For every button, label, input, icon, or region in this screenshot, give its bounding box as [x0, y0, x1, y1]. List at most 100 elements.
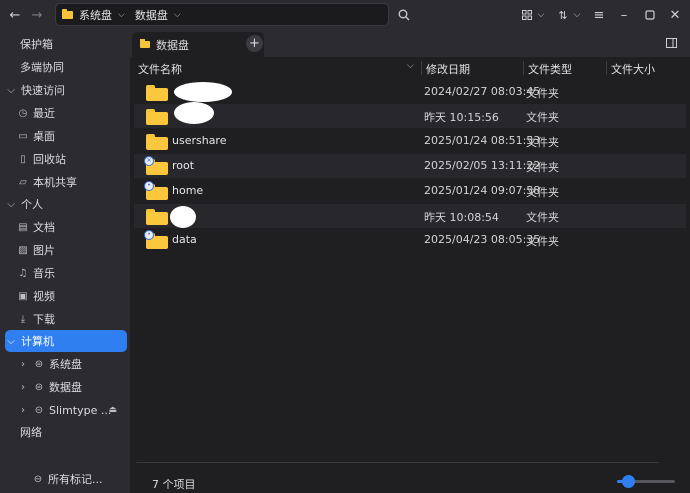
sidebar-item-label: 计算机: [21, 335, 54, 348]
maximize-icon[interactable]: [639, 5, 661, 25]
sidebar-item-network[interactable]: 网络: [5, 421, 127, 443]
close-icon[interactable]: ✕: [664, 5, 686, 25]
zoom-slider-thumb[interactable]: [622, 475, 635, 488]
column-type[interactable]: 文件类型: [528, 61, 572, 77]
sidebar-item-label: 快速访问: [21, 84, 65, 97]
sidebar-item-documents[interactable]: ▤ 文档: [5, 216, 127, 238]
address-bar[interactable]: 系统盘 ⌵ 数据盘 ⌵: [55, 3, 389, 26]
file-name: root: [172, 159, 195, 172]
column-name[interactable]: 文件名称: [138, 61, 182, 77]
item-count: 7 个项目: [152, 478, 196, 491]
file-type: 文件夹: [526, 186, 559, 199]
sidebar-item-label: 视频: [33, 290, 55, 303]
detail-panel-icon[interactable]: [666, 38, 677, 51]
folder-icon: [146, 109, 168, 125]
video-icon: ▣: [18, 290, 28, 302]
file-row[interactable]: ✕ root 2025/02/05 13:11:22 文件夹: [134, 154, 686, 178]
sidebar-item-vault[interactable]: 保护箱: [5, 33, 127, 55]
desktop-icon: ▭: [18, 130, 28, 142]
file-type: 文件夹: [526, 136, 559, 149]
chevron-down-icon[interactable]: ⌵: [174, 10, 181, 20]
chevron-down-icon[interactable]: ⌵: [5, 199, 17, 210]
menu-icon[interactable]: ≡: [588, 5, 610, 25]
breadcrumb-item[interactable]: 数据盘 ⌵: [135, 7, 181, 23]
sidebar-item-slimtype[interactable]: › ⊝ Slimtype ... ⏏: [5, 399, 127, 421]
minimize-icon[interactable]: –: [613, 5, 635, 25]
file-type: 文件夹: [526, 211, 559, 224]
sidebar-item-downloads[interactable]: ⤓ 下载: [5, 308, 127, 330]
file-row[interactable]: usershare 2025/01/24 08:51:53 文件夹: [134, 129, 686, 153]
tab-label: 数据盘: [156, 38, 189, 52]
sidebar-item-label: 桌面: [33, 130, 55, 143]
sidebar-item-label: 回收站: [33, 153, 66, 166]
link-badge-icon: •: [144, 181, 154, 191]
sidebar-item-pictures[interactable]: ▨ 图片: [5, 239, 127, 261]
folder-icon: [146, 85, 168, 101]
folder-icon: ▱: [19, 176, 27, 188]
sidebar-item-label: 下载: [33, 313, 55, 326]
disk-icon: ⊜: [34, 381, 44, 393]
sidebar-item-label: 文档: [33, 221, 55, 234]
file-modified: 2024/02/27 08:03:45: [424, 85, 541, 98]
sidebar-item-music[interactable]: ♫ 音乐: [5, 262, 127, 284]
file-row[interactable]: 2024/02/27 08:03:45 文件夹: [134, 80, 686, 104]
redaction-mark: [174, 102, 214, 124]
sidebar-item-recent[interactable]: ◷ 最近: [5, 102, 127, 124]
back-arrow-icon[interactable]: ←: [4, 5, 26, 25]
sidebar-item-label: 最近: [33, 107, 55, 120]
sort-chevron-icon[interactable]: ⌵: [407, 61, 414, 71]
optical-disk-icon: ⊝: [34, 404, 44, 416]
breadcrumb-item[interactable]: 系统盘 ⌵: [62, 7, 125, 23]
sidebar-item-trash[interactable]: ▯ 回收站: [5, 148, 127, 170]
file-row[interactable]: • home 2025/01/24 09:07:58 文件夹: [134, 179, 686, 203]
new-tab-button[interactable]: +: [246, 35, 263, 52]
zoom-slider[interactable]: [617, 475, 675, 488]
folder-icon: [146, 209, 168, 225]
file-name: data: [172, 233, 197, 246]
sidebar-item-label: 保护箱: [20, 38, 53, 51]
sidebar-item-data-disk[interactable]: › ⊜ 数据盘: [5, 376, 127, 398]
chevron-down-icon[interactable]: ⌵: [530, 5, 552, 25]
forward-arrow-icon[interactable]: →: [26, 5, 48, 25]
chevron-right-icon[interactable]: ›: [17, 405, 29, 416]
sidebar-item-label: 所有标记...: [48, 473, 103, 486]
chevron-right-icon[interactable]: ›: [17, 359, 29, 370]
sidebar-item-label: 本机共享: [33, 176, 77, 189]
column-separator[interactable]: [523, 61, 524, 75]
file-row[interactable]: • data 2025/04/23 08:05:35 文件夹: [134, 228, 686, 252]
sidebar-item-collaboration[interactable]: 多端协同: [5, 56, 127, 78]
chevron-down-icon[interactable]: ⌵: [118, 10, 125, 20]
sidebar-group-computer[interactable]: ⌵ 计算机: [5, 330, 127, 352]
column-modified[interactable]: 修改日期: [426, 61, 470, 77]
file-modified: 昨天 10:08:54: [424, 211, 499, 224]
sidebar-item-label: 个人: [21, 198, 43, 211]
sidebar-group-personal[interactable]: ⌵ 个人: [5, 193, 127, 215]
column-separator[interactable]: [606, 61, 607, 75]
column-separator[interactable]: [421, 61, 422, 75]
chevron-down-icon[interactable]: ⌵: [566, 5, 588, 25]
file-type: 文件夹: [526, 161, 559, 174]
sidebar-item-label: 数据盘: [49, 381, 82, 394]
column-size[interactable]: 文件大小: [611, 61, 655, 77]
chevron-right-icon[interactable]: ›: [17, 382, 29, 393]
column-header: 文件名称 ⌵ 修改日期 文件类型 文件大小: [130, 57, 690, 79]
search-icon[interactable]: [393, 5, 415, 25]
sidebar-item-videos[interactable]: ▣ 视频: [5, 285, 127, 307]
sidebar-item-all-tags[interactable]: ⊖ 所有标记...: [5, 468, 127, 490]
sidebar-item-share[interactable]: ▱ 本机共享: [5, 171, 127, 193]
breadcrumb-label: 数据盘: [134, 8, 168, 22]
file-row[interactable]: 昨天 10:08:54 文件夹: [134, 204, 686, 228]
chevron-down-icon[interactable]: ⌵: [5, 336, 17, 347]
chevron-down-icon[interactable]: ⌵: [5, 85, 17, 96]
sidebar-item-system-disk[interactable]: › ⊜ 系统盘: [5, 353, 127, 375]
file-modified: 昨天 10:15:56: [424, 111, 499, 124]
redaction-mark: [170, 206, 196, 228]
sidebar-item-label: 网络: [20, 426, 42, 439]
tab-data-disk[interactable]: 数据盘 ✕: [132, 32, 264, 57]
file-row[interactable]: 昨天 10:15:56 文件夹: [134, 102, 686, 128]
clock-icon: ◷: [18, 107, 28, 119]
eject-icon[interactable]: ⏏: [108, 405, 117, 415]
sidebar-group-quick-access[interactable]: ⌵ 快速访问: [5, 79, 127, 101]
sidebar-item-desktop[interactable]: ▭ 桌面: [5, 125, 127, 147]
folder-icon: [146, 134, 168, 150]
